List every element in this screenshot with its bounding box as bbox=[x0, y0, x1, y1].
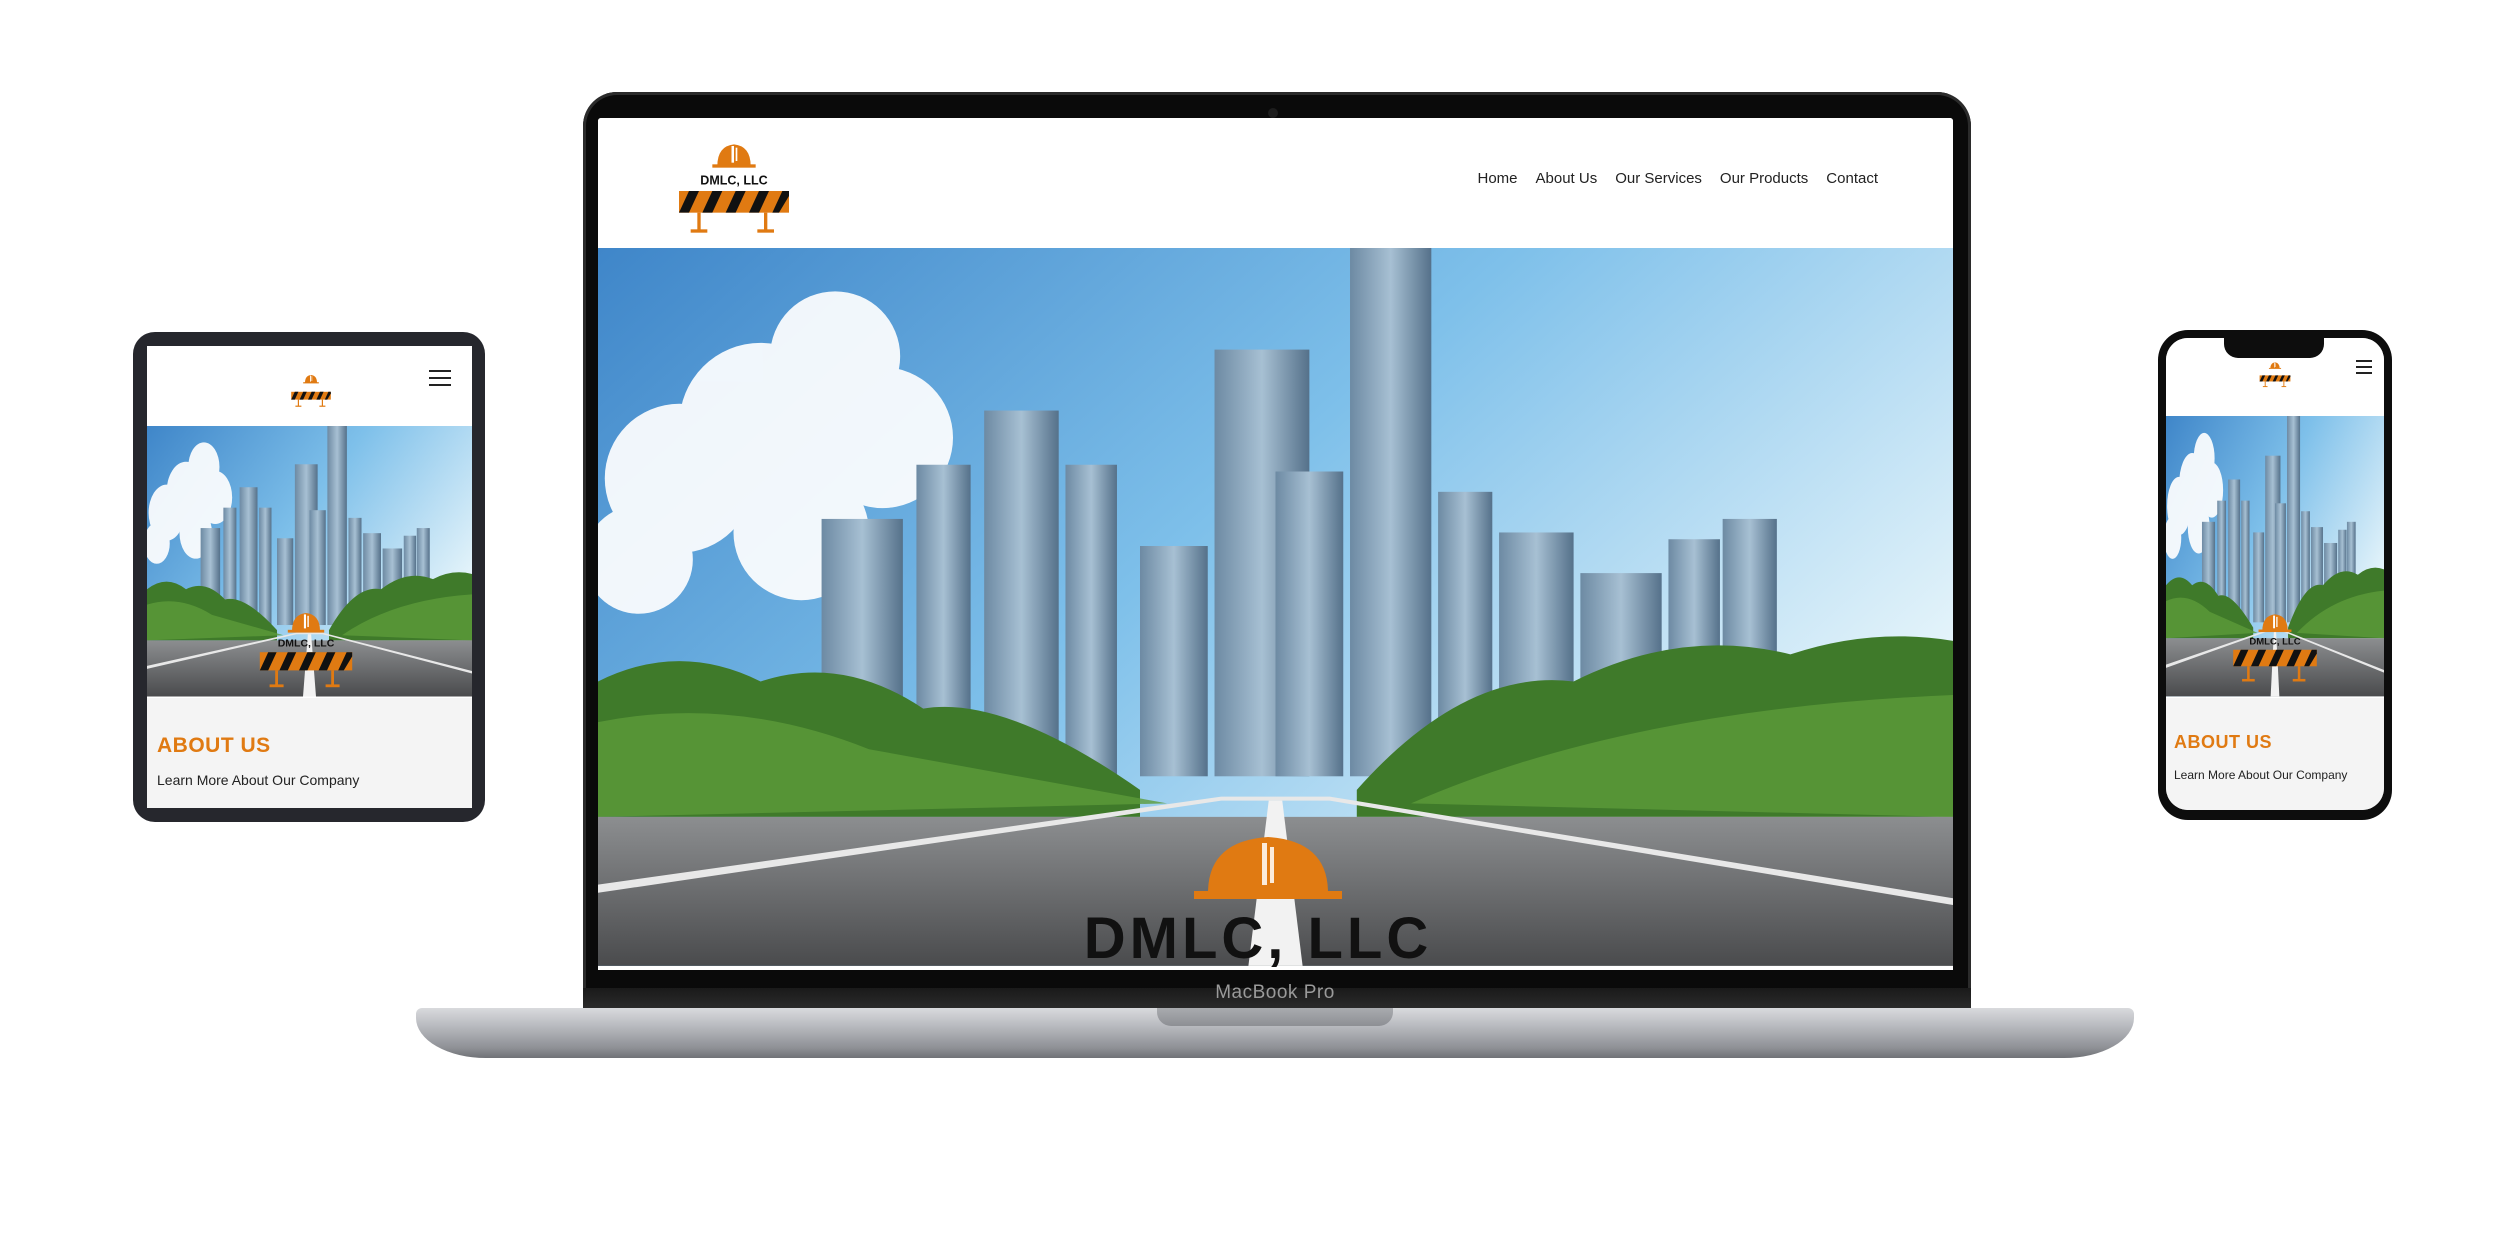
barricade-logo-icon: DMLC, LLC bbox=[2233, 614, 2317, 682]
tablet-hero: DMLC, LLC bbox=[147, 426, 472, 698]
tablet-screen: DMLC, LLC ABOUT US Learn More About Our … bbox=[147, 346, 472, 808]
hard-hat-icon: DMLC, LLC bbox=[1084, 837, 1433, 970]
barricade-logo-icon: DMLC, LLC bbox=[679, 144, 789, 233]
about-subtitle: Learn More About Our Company bbox=[2174, 768, 2348, 782]
phone-hero: DMLC, LLC bbox=[2166, 416, 2384, 698]
about-title: ABOUT US bbox=[157, 734, 271, 757]
logo-text: DMLC, LLC bbox=[700, 173, 767, 187]
hero-banner: DMLC, LLC bbox=[598, 248, 1953, 970]
laptop-screen: DMLC, LLC Home About Us Our Services Our… bbox=[598, 118, 1953, 970]
site-header: DMLC, LLC Home About Us Our Services Our… bbox=[598, 118, 1953, 248]
hero-logo: DMLC, LLC bbox=[598, 833, 1953, 970]
hero-logo-text: DMLC, LLC bbox=[1084, 906, 1433, 970]
logo-text: DMLC, LLC bbox=[278, 638, 335, 650]
nav-item-home[interactable]: Home bbox=[1478, 170, 1518, 187]
logo-text: DMLC, LLC bbox=[2249, 637, 2300, 648]
main-nav: Home About Us Our Services Our Products … bbox=[1478, 170, 1879, 187]
header-logo[interactable]: DMLC, LLC bbox=[674, 136, 794, 236]
macbook-label: MacBook Pro bbox=[1215, 982, 1335, 1003]
phone-notch bbox=[2224, 338, 2324, 358]
tablet-logo[interactable] bbox=[289, 372, 333, 408]
nav-item-contact[interactable]: Contact bbox=[1826, 170, 1878, 187]
phone-about-section: ABOUT US Learn More About Our Company bbox=[2166, 698, 2384, 810]
phone-logo[interactable] bbox=[2258, 360, 2292, 388]
about-title: ABOUT US bbox=[2174, 732, 2272, 752]
laptop-notch bbox=[1157, 1008, 1393, 1026]
tablet-hero-logo: DMLC, LLC bbox=[243, 606, 369, 690]
about-subtitle: Learn More About Our Company bbox=[157, 772, 360, 788]
nav-item-our-products[interactable]: Our Products bbox=[1720, 170, 1808, 187]
hamburger-icon[interactable] bbox=[429, 370, 451, 386]
barricade-logo-icon bbox=[2259, 362, 2291, 388]
barricade-logo-icon bbox=[291, 375, 331, 407]
nav-item-about-us[interactable]: About Us bbox=[1536, 170, 1598, 187]
barricade-logo-icon: DMLC, LLC bbox=[259, 613, 353, 688]
phone-hero-logo: DMLC, LLC bbox=[2230, 608, 2320, 684]
tablet-about-section: ABOUT US Learn More About Our Company bbox=[147, 698, 472, 808]
tablet-header bbox=[147, 346, 472, 426]
camera-icon bbox=[1268, 108, 1278, 118]
hamburger-icon[interactable] bbox=[2356, 360, 2372, 374]
nav-item-our-services[interactable]: Our Services bbox=[1615, 170, 1702, 187]
phone-screen: DMLC, LLC ABOUT US Learn More About Our … bbox=[2166, 338, 2384, 810]
